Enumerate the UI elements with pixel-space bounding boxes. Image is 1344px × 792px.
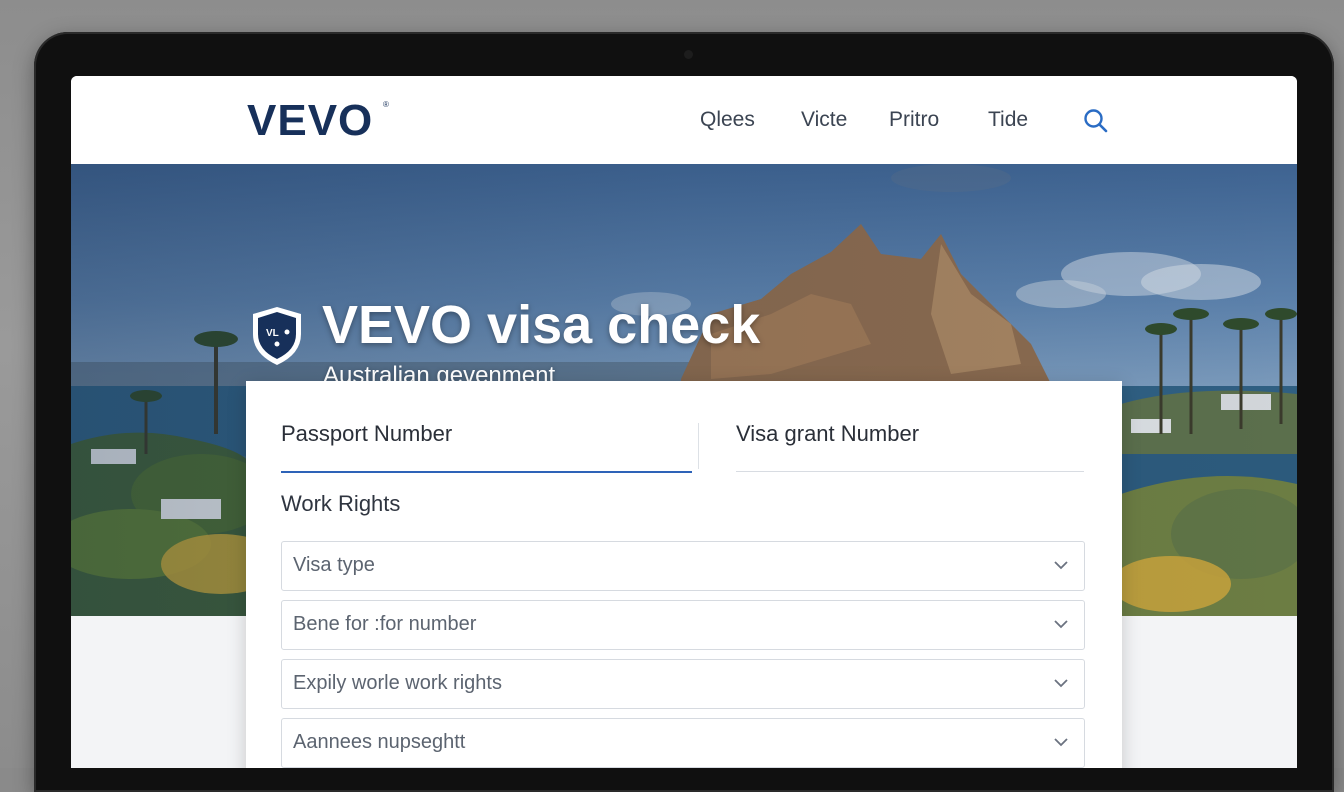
- visa-type-select[interactable]: Visa type: [281, 541, 1085, 591]
- chevron-down-icon: [1054, 738, 1068, 747]
- search-icon[interactable]: [1081, 106, 1111, 136]
- fourth-select[interactable]: Aannees nupseghtt: [281, 718, 1085, 768]
- visa-check-form: Passport Number Visa grant Number Work R…: [246, 381, 1122, 768]
- chevron-down-icon: [1054, 561, 1068, 570]
- expiry-work-rights-select[interactable]: Expily worle work rights: [281, 659, 1085, 709]
- number-select[interactable]: Bene for :for number: [281, 600, 1085, 650]
- vevo-logo[interactable]: VEVO: [247, 96, 373, 146]
- tab-passport-number[interactable]: Passport Number: [281, 421, 452, 447]
- registered-mark: ®: [383, 100, 389, 109]
- nav-item-2[interactable]: Victe: [801, 108, 847, 132]
- nav-item-4[interactable]: Tide: [988, 108, 1028, 132]
- work-rights-label: Work Rights: [281, 491, 401, 516]
- site-header: VEVO ® Qlees Victe Pritro Tide: [71, 76, 1297, 165]
- webcam: [684, 50, 693, 59]
- chevron-down-icon: [1054, 679, 1068, 688]
- chevron-down-icon: [1054, 620, 1068, 629]
- tab-active-indicator: [281, 471, 692, 473]
- select-placeholder: Visa type: [293, 554, 375, 576]
- nav-item-1[interactable]: Qlees: [700, 108, 755, 132]
- select-placeholder: Expily worle work rights: [293, 672, 502, 694]
- page-title: VEVO visa check: [322, 295, 761, 355]
- shield-icon: VL: [249, 304, 305, 368]
- select-placeholder: Aannees nupseghtt: [293, 731, 466, 753]
- tab-inactive-underline: [736, 471, 1084, 472]
- tab-visa-grant-number[interactable]: Visa grant Number: [736, 421, 919, 447]
- select-placeholder: Bene for :for number: [293, 613, 477, 635]
- nav-item-3[interactable]: Pritro: [889, 108, 939, 132]
- browser-viewport: VEVO ® Qlees Victe Pritro Tide VL VEVO v…: [71, 76, 1297, 768]
- svg-text:VL: VL: [266, 328, 279, 339]
- tab-divider: [698, 423, 699, 469]
